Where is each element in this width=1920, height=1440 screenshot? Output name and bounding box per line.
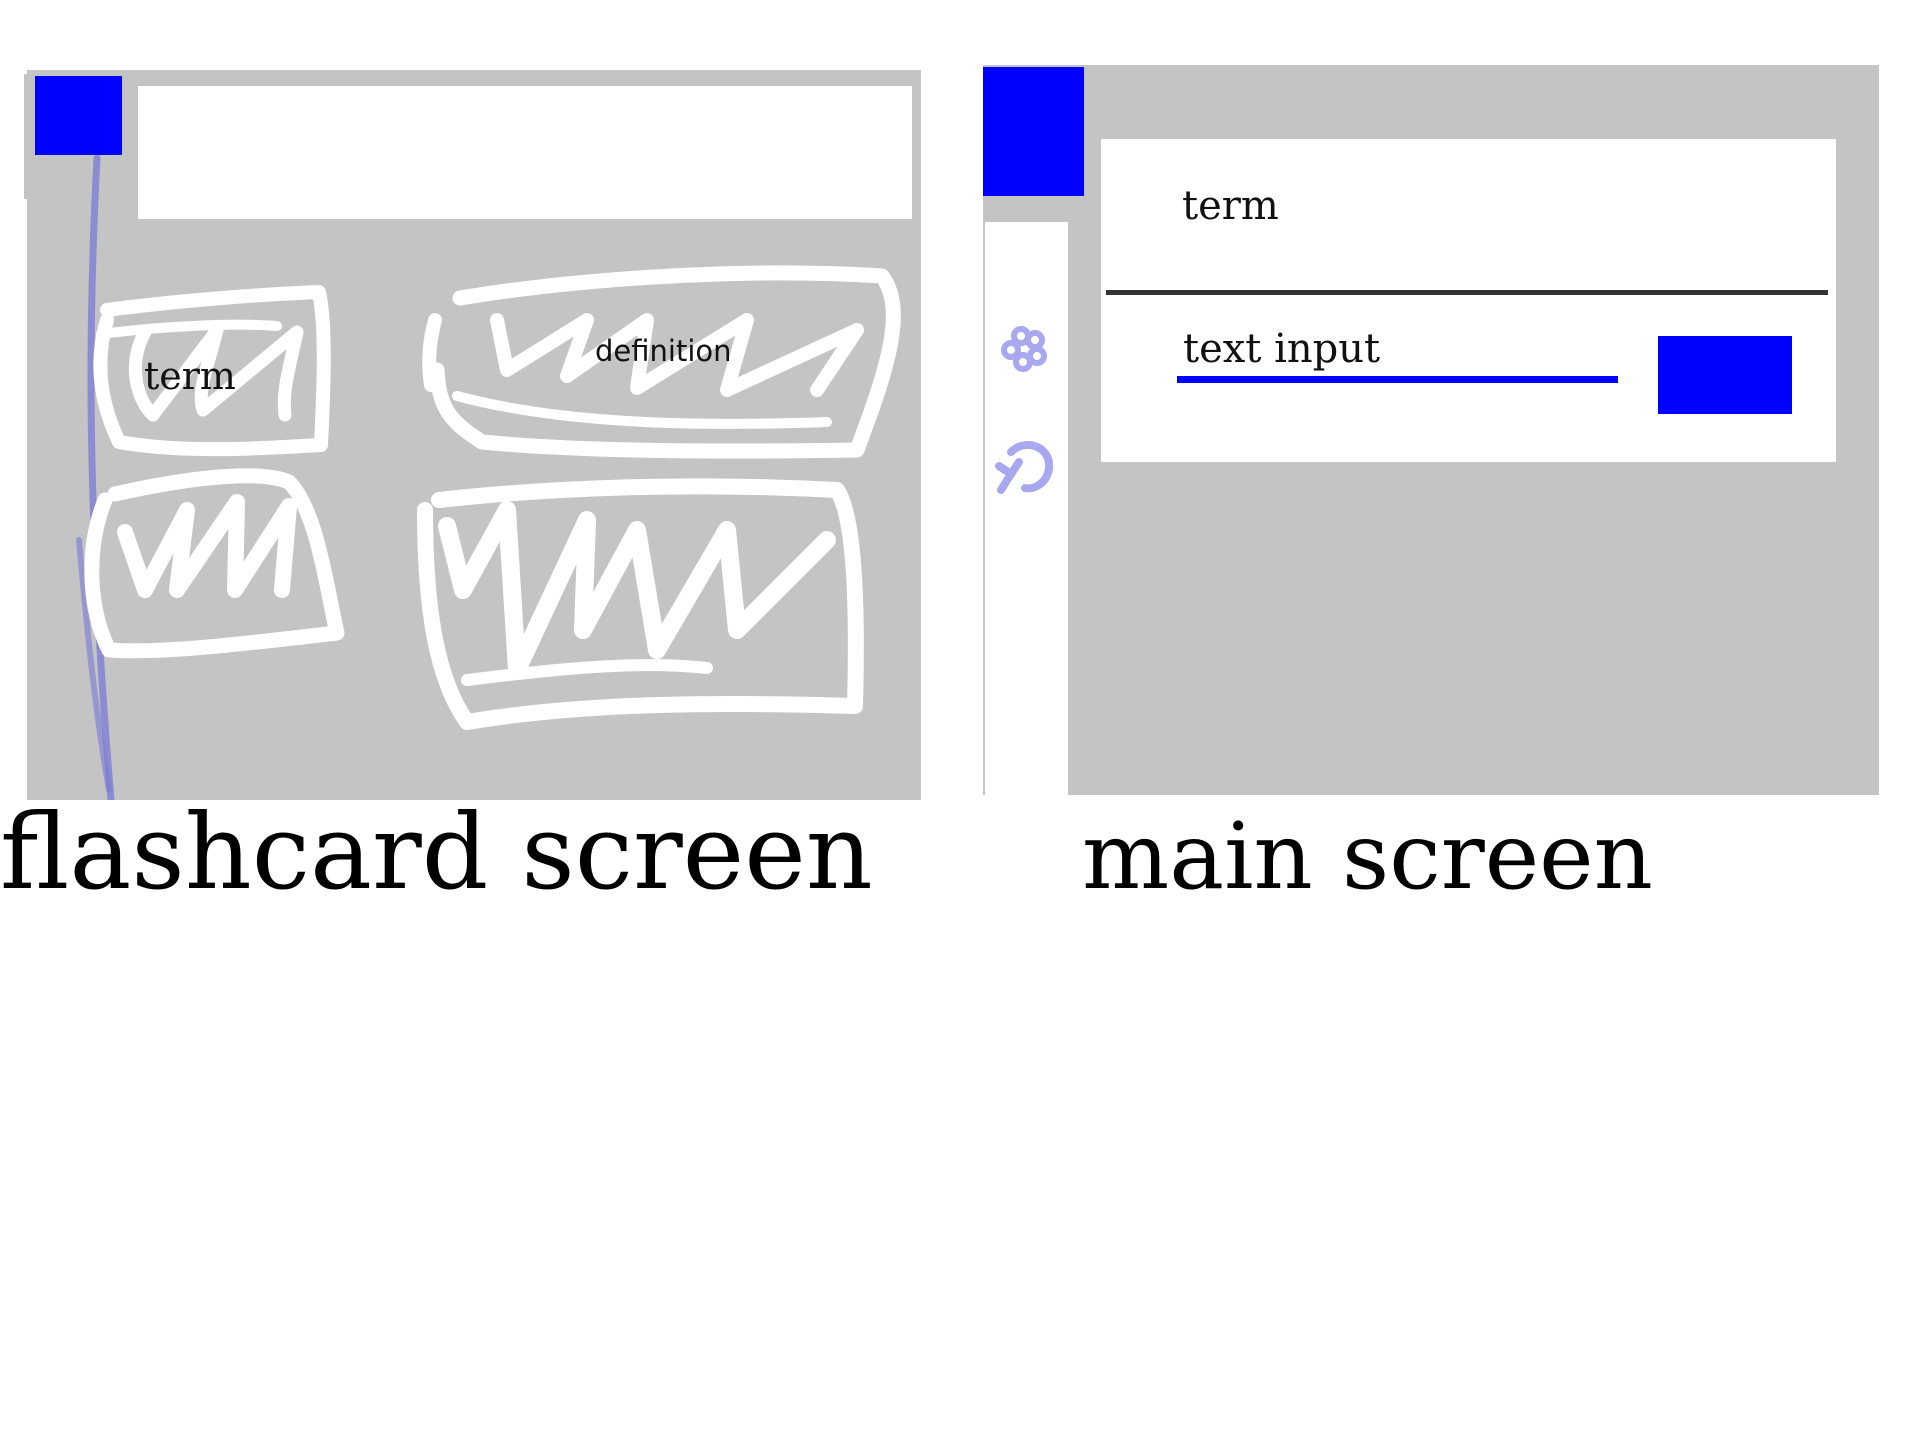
- main-divider: [1106, 290, 1828, 295]
- flashcard-header-bar: [138, 86, 912, 219]
- flower-icon[interactable]: [999, 324, 1055, 374]
- main-menu-button[interactable]: [983, 67, 1084, 196]
- main-term-label: term: [1182, 183, 1279, 229]
- term-card-bottom-scribble: [84, 468, 345, 659]
- main-input-card: term: [1101, 139, 1836, 462]
- flashcard-screen-caption: flashcard screen: [0, 791, 873, 913]
- undo-icon[interactable]: [989, 432, 1057, 500]
- flashcard-term-label: term: [144, 354, 236, 398]
- flashcard-menu-button[interactable]: [35, 76, 122, 155]
- main-screen-caption: main screen: [1082, 803, 1653, 910]
- flashcard-definition-label: definition: [595, 334, 732, 368]
- definition-card-bottom-scribble: [417, 478, 864, 730]
- main-screen-mockup: term: [983, 65, 1879, 795]
- text-input-field[interactable]: [1177, 322, 1618, 383]
- submit-button[interactable]: [1658, 336, 1792, 414]
- flashcard-screen-mockup: term definition: [24, 70, 921, 800]
- main-sidebar: [985, 222, 1068, 795]
